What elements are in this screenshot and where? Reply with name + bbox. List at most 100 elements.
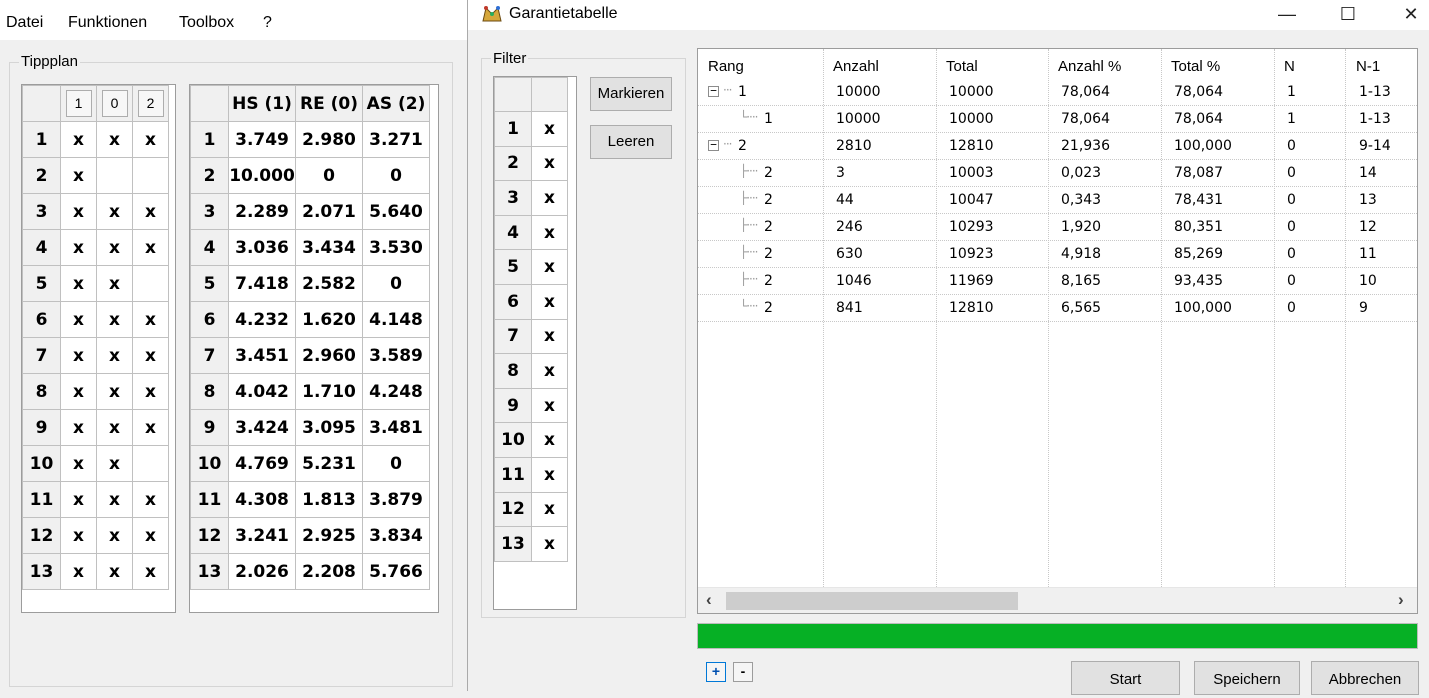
quota-cell[interactable]: 5.231 — [295, 445, 363, 482]
quota-cell[interactable]: 3.434 — [295, 229, 363, 266]
filter-cell[interactable]: x — [531, 353, 568, 389]
column-header[interactable]: Anzahl % — [1058, 58, 1121, 75]
quota-cell[interactable]: 0 — [362, 445, 430, 482]
quota-cell[interactable]: 4.308 — [228, 481, 296, 518]
tipp-cell[interactable] — [132, 445, 169, 482]
tipp-cell[interactable]: x — [132, 229, 169, 266]
quota-cell[interactable]: 2.980 — [295, 121, 363, 158]
tipp-cell[interactable]: x — [132, 517, 169, 554]
tree-row[interactable]: ├···· 2 1046 11969 8,165 93,435 0 10 — [698, 268, 1417, 295]
tippplan-grid[interactable]: 1 0 2 1 x x x 2 x 3 x x x 4 x x x 5 x x 6 x x x 7 x x x 8 x x x 9 x x x 10 x x… — [21, 84, 176, 613]
tipp-cell[interactable]: x — [96, 409, 133, 446]
cancel-button[interactable]: Abbrechen — [1311, 661, 1419, 695]
quota-cell[interactable]: 4.769 — [228, 445, 296, 482]
quota-cell[interactable]: 3.481 — [362, 409, 430, 446]
collapse-all-button[interactable]: - — [733, 662, 753, 682]
filter-cell[interactable]: x — [531, 180, 568, 216]
quota-cell[interactable]: 3.451 — [228, 337, 296, 374]
quota-cell[interactable]: 3.749 — [228, 121, 296, 158]
collapse-node-icon[interactable]: − — [708, 139, 719, 151]
filter-cell[interactable]: x — [531, 214, 568, 251]
quota-cell[interactable]: 2.071 — [295, 193, 363, 230]
tipp-cell[interactable]: x — [96, 121, 133, 158]
tipp-cell[interactable]: x — [96, 373, 133, 410]
filter-cell[interactable]: x — [531, 111, 568, 147]
quota-cell[interactable]: 2.208 — [295, 553, 363, 590]
tipp-cell[interactable]: x — [60, 517, 97, 554]
scroll-thumb[interactable] — [726, 592, 1018, 610]
filter-cell[interactable]: x — [531, 456, 568, 493]
tipp-cell[interactable]: x — [132, 409, 169, 446]
filter-cell[interactable]: x — [531, 249, 568, 285]
tipp-cell[interactable]: x — [132, 301, 169, 338]
tipp-cell[interactable]: x — [60, 121, 97, 158]
tipp-cell[interactable]: x — [96, 193, 133, 230]
tipp-cell[interactable]: x — [60, 301, 97, 338]
quota-cell[interactable]: 5.640 — [362, 193, 430, 230]
quota-cell[interactable]: 3.530 — [362, 229, 430, 266]
result-tree[interactable]: Rang Anzahl Total Anzahl % Total % N N-1… — [697, 48, 1418, 614]
tipp-cell[interactable]: x — [60, 265, 97, 302]
tipp-cell[interactable]: x — [96, 301, 133, 338]
column-header[interactable]: Total % — [1171, 58, 1220, 75]
quota-cell[interactable]: 7.418 — [228, 265, 296, 302]
tree-row[interactable]: − ··· 2 2810 12810 21,936 100,000 0 9-14 — [698, 133, 1417, 160]
menu-datei[interactable]: Datei — [6, 14, 43, 32]
filter-cell[interactable]: x — [531, 283, 568, 320]
tipp-cell[interactable]: x — [96, 553, 133, 590]
quota-cell[interactable]: 2.582 — [295, 265, 363, 302]
tipp-cell[interactable]: x — [132, 373, 169, 410]
tipp-column-button[interactable]: 0 — [101, 90, 128, 117]
tipp-cell[interactable]: x — [96, 265, 133, 302]
column-header[interactable]: N — [1284, 58, 1295, 75]
quota-cell[interactable]: 3.036 — [228, 229, 296, 266]
tipp-cell[interactable] — [132, 157, 169, 194]
filter-cell[interactable]: x — [531, 526, 568, 562]
filter-cell[interactable]: x — [531, 318, 568, 355]
tipp-cell[interactable]: x — [60, 553, 97, 590]
tipp-column-button[interactable]: 1 — [65, 90, 92, 117]
horizontal-scrollbar[interactable]: ‹ › — [698, 587, 1417, 613]
quota-cell[interactable]: 4.148 — [362, 301, 430, 338]
tipp-cell[interactable]: x — [60, 445, 97, 482]
tree-row[interactable]: ├···· 2 630 10923 4,918 85,269 0 11 — [698, 241, 1417, 268]
expand-all-button[interactable]: + — [706, 662, 726, 682]
tipp-cell[interactable]: x — [60, 229, 97, 266]
quota-cell[interactable]: 3.424 — [228, 409, 296, 446]
tree-row[interactable]: └···· 1 10000 10000 78,064 78,064 1 1-13 — [698, 106, 1417, 133]
quota-cell[interactable]: 3.834 — [362, 517, 430, 554]
quota-cell[interactable]: 5.766 — [362, 553, 430, 590]
menu-help[interactable]: ? — [263, 14, 272, 32]
tipp-cell[interactable]: x — [96, 517, 133, 554]
minimize-icon[interactable]: — — [1264, 0, 1310, 30]
column-header[interactable]: Rang — [708, 58, 744, 75]
quota-cell[interactable]: 3.241 — [228, 517, 296, 554]
quota-cell[interactable]: 3.271 — [362, 121, 430, 158]
tipp-cell[interactable]: x — [96, 481, 133, 518]
column-header[interactable]: Total — [946, 58, 978, 75]
quota-cell[interactable]: 2.026 — [228, 553, 296, 590]
tipp-cell[interactable]: x — [60, 409, 97, 446]
quota-cell[interactable]: 2.289 — [228, 193, 296, 230]
tipp-cell[interactable]: x — [60, 157, 97, 194]
quota-cell[interactable]: 10.000 — [228, 157, 296, 194]
tipp-cell[interactable]: x — [132, 553, 169, 590]
filter-cell[interactable]: x — [531, 491, 568, 528]
quota-cell[interactable]: 1.813 — [295, 481, 363, 518]
tipp-cell[interactable]: x — [96, 445, 133, 482]
tipp-cell[interactable]: x — [132, 121, 169, 158]
quota-cell[interactable]: 3.879 — [362, 481, 430, 518]
tipp-cell[interactable]: x — [60, 337, 97, 374]
close-icon[interactable]: ✕ — [1388, 0, 1429, 30]
column-header[interactable]: N-1 — [1356, 58, 1380, 75]
quota-cell[interactable]: 3.095 — [295, 409, 363, 446]
quota-cell[interactable]: 4.248 — [362, 373, 430, 410]
tipp-cell[interactable] — [96, 157, 133, 194]
tipp-cell[interactable]: x — [60, 481, 97, 518]
scroll-left-icon[interactable]: ‹ — [706, 590, 712, 610]
tree-row[interactable]: ├···· 2 44 10047 0,343 78,431 0 13 — [698, 187, 1417, 214]
tree-row[interactable]: ├···· 2 3 10003 0,023 78,087 0 14 — [698, 160, 1417, 187]
tipp-cell[interactable] — [132, 265, 169, 302]
quota-cell[interactable]: 0 — [362, 265, 430, 302]
maximize-icon[interactable]: ☐ — [1325, 0, 1371, 30]
